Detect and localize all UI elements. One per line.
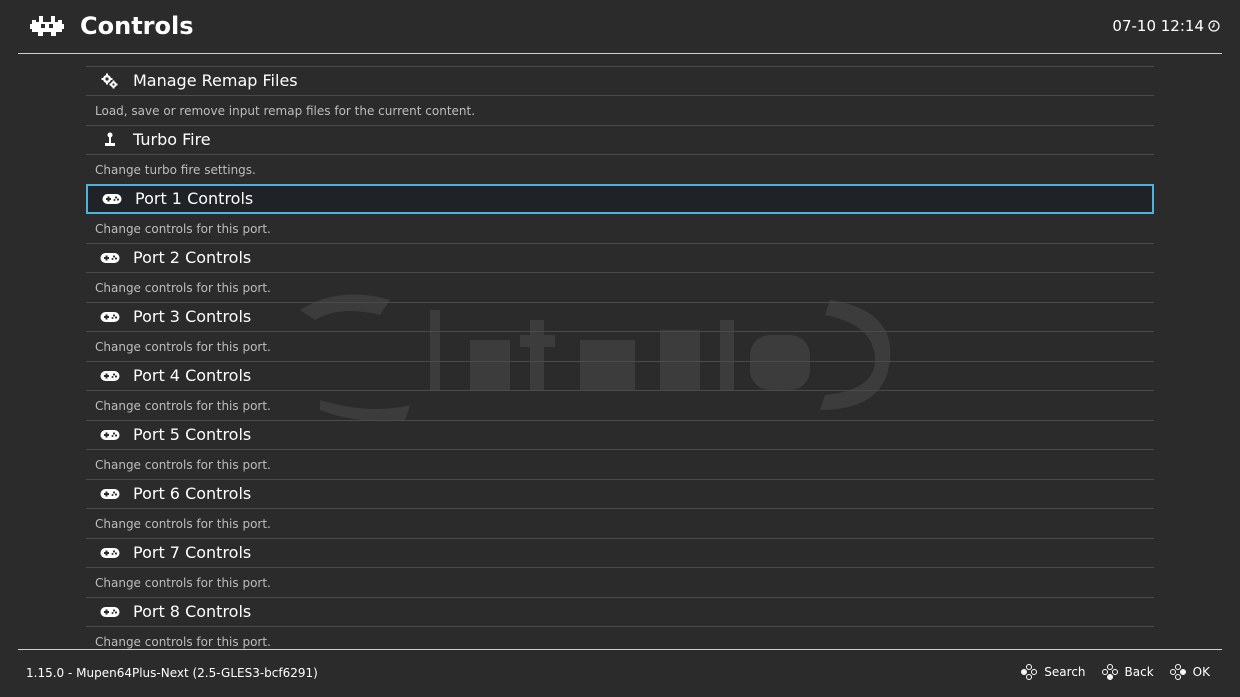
gamepad-icon — [100, 250, 120, 266]
menu-item[interactable]: Manage Remap Files Load, save or remove i… — [86, 66, 1154, 125]
menu-item-row[interactable]: Port 3 Controls — [86, 302, 1154, 332]
ok-button[interactable]: OK — [1169, 664, 1210, 680]
clock-text: 07-10 12:14 — [1112, 17, 1204, 35]
dpad-icon — [1101, 664, 1118, 680]
menu-item-sublabel: Change controls for this port. — [95, 280, 271, 295]
gamepad-icon — [100, 368, 120, 384]
menu-item-label: Manage Remap Files — [133, 71, 298, 90]
ok-label: OK — [1192, 665, 1210, 679]
menu-item-sublabel: Change controls for this port. — [95, 457, 271, 472]
menu-item[interactable]: Turbo Fire Change turbo fire settings. — [86, 125, 1154, 184]
header: Controls 07-10 12:14 — [0, 0, 1240, 54]
gamepad-icon — [100, 486, 120, 502]
menu-item-label: Turbo Fire — [133, 130, 211, 149]
gears-icon — [100, 73, 120, 89]
gamepad-icon — [100, 427, 120, 443]
search-label: Search — [1044, 665, 1086, 679]
gamepad-icon — [102, 191, 122, 207]
menu-item[interactable]: Port 8 Controls Change controls for this … — [86, 597, 1154, 649]
menu-item-sublabel: Load, save or remove input remap files f… — [95, 103, 476, 118]
menu-item-label: Port 7 Controls — [133, 543, 252, 562]
retroarch-invader-icon — [30, 16, 64, 36]
back-label: Back — [1124, 665, 1154, 679]
menu-item-label: Port 6 Controls — [133, 484, 252, 503]
menu-item[interactable]: Port 3 Controls Change controls for this … — [86, 302, 1154, 361]
menu-item-label: Port 5 Controls — [133, 425, 252, 444]
menu-item[interactable]: Port 1 Controls Change controls for this … — [86, 184, 1154, 243]
version-info: 1.15.0 - Mupen64Plus-Next (2.5-GLES3-bcf… — [26, 666, 318, 680]
menu-item-row[interactable]: Port 7 Controls — [86, 538, 1154, 568]
joystick-icon — [100, 132, 120, 148]
menu-item[interactable]: Port 6 Controls Change controls for this … — [86, 479, 1154, 538]
menu-item-sublabel: Change controls for this port. — [95, 398, 271, 413]
menu-item-row[interactable]: Port 2 Controls — [86, 243, 1154, 273]
dpad-icon — [1169, 664, 1186, 680]
menu-item-sublabel: Change controls for this port. — [95, 516, 271, 531]
menu-item-row[interactable]: Port 5 Controls — [86, 420, 1154, 450]
menu-item-label: Port 1 Controls — [135, 189, 254, 208]
menu-item-row[interactable]: Port 8 Controls — [86, 597, 1154, 627]
menu-item-label: Port 8 Controls — [133, 602, 252, 621]
menu-item-sublabel: Change turbo fire settings. — [95, 162, 256, 177]
menu-item-label: Port 2 Controls — [133, 248, 252, 267]
menu-item-sublabel: Change controls for this port. — [95, 575, 271, 590]
menu-item-row[interactable]: Port 6 Controls — [86, 479, 1154, 509]
menu-list: Manage Remap Files Load, save or remove i… — [86, 66, 1154, 649]
menu-item[interactable]: Port 7 Controls Change controls for this … — [86, 538, 1154, 597]
menu-item-label: Port 3 Controls — [133, 307, 252, 326]
menu-item-row[interactable]: Turbo Fire — [86, 125, 1154, 155]
footer-actions: Search Back OK — [1021, 664, 1210, 680]
menu-item-row[interactable]: Port 1 Controls — [86, 184, 1154, 214]
menu-item-label: Port 4 Controls — [133, 366, 252, 385]
menu-item[interactable]: Port 2 Controls Change controls for this … — [86, 243, 1154, 302]
footer: 1.15.0 - Mupen64Plus-Next (2.5-GLES3-bcf… — [0, 650, 1240, 697]
clock-icon — [1208, 20, 1220, 32]
page-title: Controls — [80, 12, 194, 40]
clock: 07-10 12:14 — [1112, 16, 1220, 36]
dpad-icon — [1021, 664, 1038, 680]
gamepad-icon — [100, 604, 120, 620]
back-button[interactable]: Back — [1101, 664, 1154, 680]
menu-item-row[interactable]: Manage Remap Files — [86, 66, 1154, 96]
menu-item-row[interactable]: Port 4 Controls — [86, 361, 1154, 391]
header-divider — [18, 53, 1222, 54]
gamepad-icon — [100, 545, 120, 561]
retroarch-app: Controls 07-10 12:14 Manage Remap Files L… — [0, 0, 1240, 697]
menu-item-sublabel: Change controls for this port. — [95, 634, 271, 649]
search-button[interactable]: Search — [1021, 664, 1086, 680]
gamepad-icon — [100, 309, 120, 325]
menu-item-sublabel: Change controls for this port. — [95, 221, 271, 236]
menu-item[interactable]: Port 5 Controls Change controls for this … — [86, 420, 1154, 479]
menu-item[interactable]: Port 4 Controls Change controls for this … — [86, 361, 1154, 420]
menu-item-sublabel: Change controls for this port. — [95, 339, 271, 354]
